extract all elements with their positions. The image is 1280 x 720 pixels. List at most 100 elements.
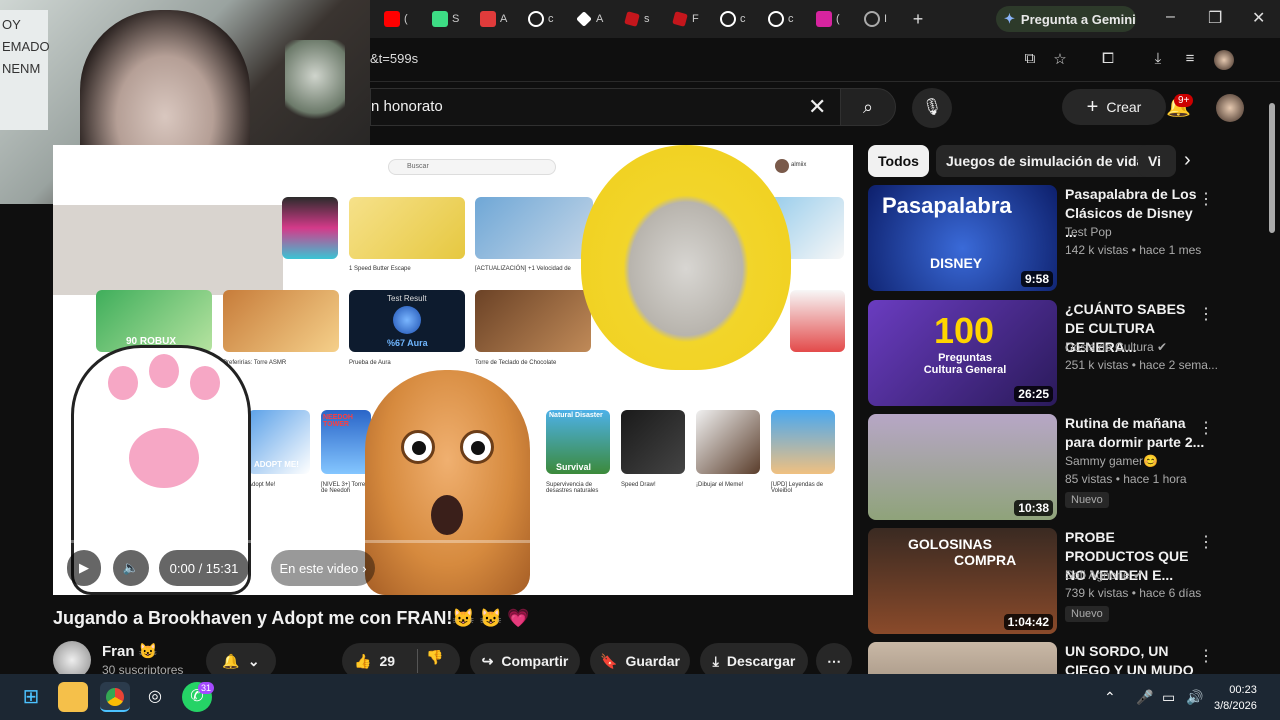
browser-tab[interactable]: ( (370, 0, 418, 38)
chip-vi[interactable]: Vi (1138, 145, 1176, 177)
play-button[interactable]: ▶ (67, 550, 101, 586)
create-button[interactable]: + Crear (1062, 89, 1166, 125)
rec-thumbnail[interactable]: GOLOSINAS COMPRA 1:04:42 (868, 528, 1057, 634)
child-webcam (53, 205, 283, 295)
more-vertical-icon[interactable]: ⋮ (1198, 646, 1214, 666)
game-thumb (223, 290, 339, 352)
search-input[interactable]: n honorato (370, 88, 840, 126)
game-thumb: Natural Disaster Survival (546, 410, 610, 474)
rec-thumbnail[interactable]: 100 Preguntas Cultura General 26:25 (868, 300, 1057, 406)
profile-avatar-icon[interactable] (1214, 50, 1234, 70)
extensions-icon[interactable]: ⧠ (1098, 50, 1118, 70)
rec-title[interactable]: Rutina de mañana para dormir parte 2... (1065, 414, 1205, 452)
rec-channel[interactable]: Dosis de Cultura ✔ (1065, 340, 1167, 354)
browser-tab[interactable]: c (754, 0, 802, 38)
rec-channel[interactable]: Test Pop (1065, 225, 1112, 239)
browser-tab[interactable]: I (850, 0, 898, 38)
page-scrollbar[interactable] (1268, 95, 1276, 670)
autoplay-toggle[interactable] (619, 558, 649, 576)
clock-date: 3/8/2026 (1214, 700, 1257, 712)
media-control-icon[interactable]: ≡ (1180, 50, 1200, 70)
more-vertical-icon[interactable]: ⋮ (1198, 418, 1214, 438)
time-display: 0:00 / 15:31 (159, 550, 249, 586)
gemini-button[interactable]: ✦ Pregunta a Gemini (996, 6, 1136, 32)
voice-search-button[interactable]: 🎙 (912, 88, 952, 128)
tab-label: F (692, 13, 699, 25)
video-player[interactable]: Buscar almiix 1 Speed Butter Escape [ACT… (53, 145, 853, 595)
maximize-icon[interactable]: ❐ (1208, 8, 1222, 28)
subtitles-icon[interactable]: ▭ (667, 557, 691, 579)
new-tab-button[interactable]: + (898, 9, 938, 30)
more-vertical-icon[interactable]: ⋮ (1198, 189, 1214, 209)
more-vertical-icon[interactable]: ⋮ (1198, 304, 1214, 324)
tab-label: I (884, 13, 888, 25)
search-button[interactable]: ⌕ (840, 88, 896, 126)
mute-button[interactable]: 🔈 (113, 550, 149, 586)
chevron-down-icon: ⌄ (247, 652, 260, 669)
rec-meta: 142 k vistas • hace 1 mes (1065, 243, 1202, 257)
file-explorer-icon[interactable] (58, 682, 88, 712)
rec-title[interactable]: UN SORDO, UN CIEGO Y UN MUDO ... (1065, 642, 1205, 674)
rec-meta: 85 vistas • hace 1 hora (1065, 472, 1187, 486)
duration-badge: 10:38 (1014, 500, 1053, 516)
rec-channel[interactable]: Sammy gamer😊 (1065, 454, 1158, 468)
recommendation-item[interactable]: UN SORDO, UN CIEGO Y UN MUDO ... ⋮ (868, 642, 1263, 674)
video-title: Jugando a Brookhaven y Adopt me con FRAN… (53, 608, 530, 628)
chrome-taskbar-icon[interactable] (100, 682, 130, 712)
chip-juegos-simulacion[interactable]: Juegos de simulación de vida (936, 145, 1155, 177)
whatsapp-badge: 31 (198, 682, 215, 694)
theater-mode-icon[interactable]: ⧉ (759, 557, 783, 579)
browser-tab[interactable]: c (706, 0, 754, 38)
video-progress-bar[interactable] (65, 540, 841, 543)
browser-tab[interactable]: S (418, 0, 466, 38)
minimize-icon[interactable]: – (1166, 8, 1175, 26)
tray-chevron-up-icon[interactable]: ⌃ (1104, 689, 1116, 706)
browser-tab[interactable]: ( (802, 0, 850, 38)
recommendation-item[interactable]: 10:38 Rutina de mañana para dormir parte… (868, 414, 1263, 522)
rec-thumbnail[interactable]: 10:38 (868, 414, 1057, 520)
download-label: Descargar (726, 653, 796, 669)
channel-name[interactable]: Fran 😺 (102, 642, 157, 660)
bookmark-star-icon[interactable]: ☆ (1050, 50, 1070, 70)
fullscreen-icon[interactable]: ⤢ (805, 557, 829, 579)
browser-tab[interactable]: A (466, 0, 514, 38)
rec-thumbnail[interactable]: Pasapalabra DISNEY 9:58 (868, 185, 1057, 291)
browser-tab[interactable]: s (610, 0, 658, 38)
recommendation-item[interactable]: GOLOSINAS COMPRA 1:04:42 PROBE PRODUCTOS… (868, 528, 1263, 636)
url-text[interactable]: &t=599s (370, 51, 418, 66)
browser-tab[interactable]: F (658, 0, 706, 38)
game-caption: 1 Speed Butter Escape (349, 266, 411, 272)
thumbs-down-icon[interactable]: 👎 (417, 649, 443, 673)
browser-tab[interactable]: c (514, 0, 562, 38)
adopt-me-label: ADOPT ME! (254, 460, 299, 469)
taskbar-clock[interactable]: 00:23 3/8/2026 (1214, 682, 1257, 714)
rec-thumbnail[interactable] (868, 642, 1057, 674)
recommendation-item[interactable]: Pasapalabra DISNEY 9:58 Pasapalabra de L… (868, 185, 1263, 293)
chevron-right-icon[interactable]: › (1184, 149, 1191, 172)
youtube-icon (384, 11, 400, 27)
account-avatar[interactable] (1216, 94, 1244, 122)
inner-username: almiix (791, 162, 807, 168)
chapters-button[interactable]: En este video › (271, 550, 375, 586)
windows-taskbar: ⊞ ◎ ✆ 31 ⌃ 🎤 ▭ 🔊 00:23 3/8/2026 (0, 674, 1280, 720)
recommendation-item[interactable]: 100 Preguntas Cultura General 26:25 ¿CUÁ… (868, 300, 1263, 408)
tray-network-icon[interactable]: ▭ (1162, 689, 1175, 706)
download-icon[interactable]: ⤓ (1148, 50, 1168, 70)
rec-channel[interactable]: Sofi Agnone ✔ (1065, 568, 1143, 582)
tray-volume-icon[interactable]: 🔊 (1186, 689, 1203, 706)
more-vertical-icon[interactable]: ⋮ (1198, 532, 1214, 552)
tab-label: c (548, 13, 554, 25)
tray-microphone-icon[interactable]: 🎤 (1136, 689, 1153, 706)
settings-gear-icon[interactable]: ⚙ (713, 557, 737, 579)
close-window-icon[interactable]: ✕ (1252, 8, 1265, 28)
chip-todos[interactable]: Todos (868, 145, 929, 177)
windows-start-icon[interactable]: ⊞ (16, 682, 46, 712)
scrollbar-thumb[interactable] (1269, 103, 1275, 233)
gemini-icon: ✦ (1004, 11, 1015, 26)
clear-search-icon[interactable]: ✕ (808, 94, 826, 120)
install-app-icon[interactable]: ⧉ (1020, 50, 1040, 70)
app-icon[interactable]: ◎ (140, 682, 170, 712)
browser-tab[interactable]: A (562, 0, 610, 38)
duration-badge: 26:25 (1014, 386, 1053, 402)
tab-label: ( (404, 13, 408, 25)
